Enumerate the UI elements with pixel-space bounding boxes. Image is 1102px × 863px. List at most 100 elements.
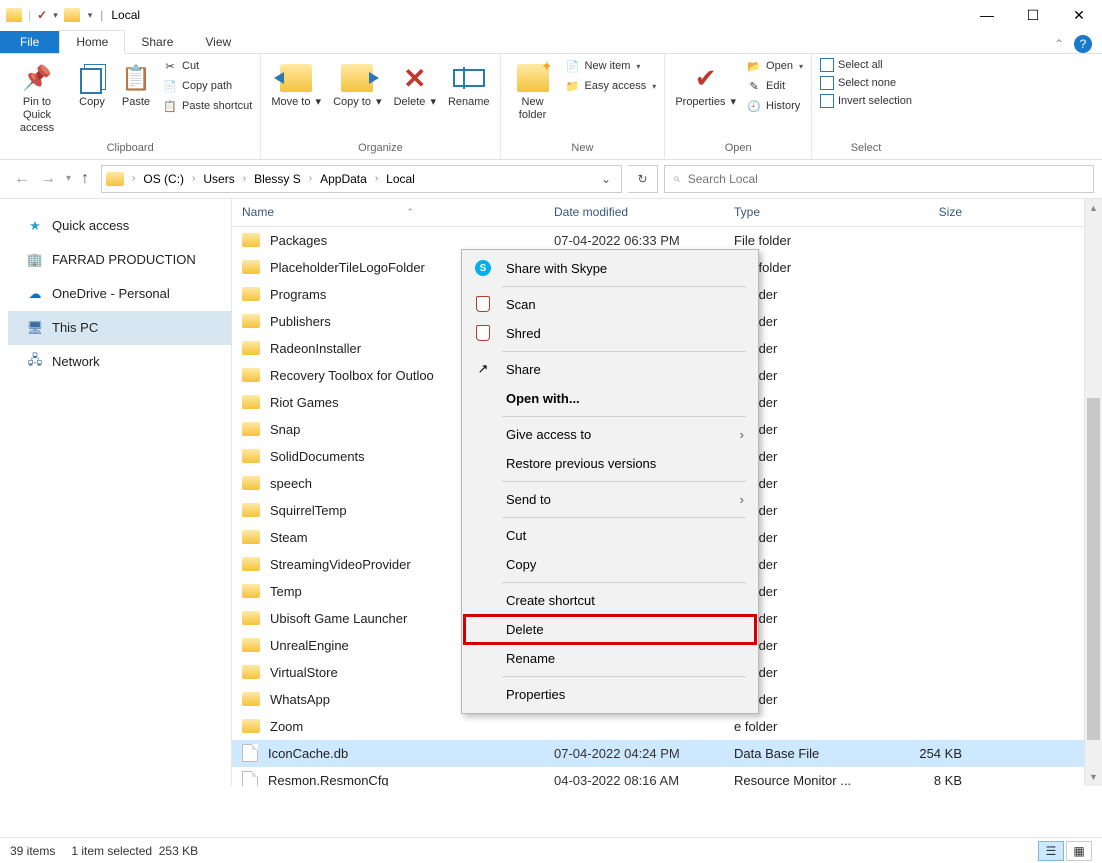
open-button[interactable]: 📂Open▾ <box>746 58 803 74</box>
cm-delete[interactable]: Delete <box>464 615 756 644</box>
copy-to-label: Copy to ▾ <box>333 96 382 109</box>
view-details-button[interactable]: ☰ <box>1038 841 1064 861</box>
cm-cut[interactable]: Cut <box>464 521 756 550</box>
cut-icon: ✂ <box>162 58 178 74</box>
search-box[interactable]: ⌕ <box>664 165 1094 193</box>
properties-button[interactable]: Properties ▾ <box>673 58 738 113</box>
file-name: Ubisoft Game Launcher <box>270 611 407 626</box>
nav-up-button[interactable]: ↑ <box>81 170 89 188</box>
cm-open-with[interactable]: Open with... <box>464 384 756 413</box>
qat-chevron-icon[interactable]: ▾ <box>53 10 58 21</box>
refresh-button[interactable]: ↻ <box>628 165 658 193</box>
nav-recent-dropdown[interactable]: ▾ <box>66 173 71 184</box>
pin-quick-access-button[interactable]: Pin to Quick access <box>8 58 66 140</box>
main: ★Quick access 🏢FARRAD PRODUCTION ☁OneDri… <box>0 198 1102 786</box>
folder-icon <box>242 584 260 598</box>
view-large-icons-button[interactable]: ▦ <box>1066 841 1092 861</box>
address-bar[interactable]: › OS (C:) › Users › Blessy S › AppData ›… <box>101 165 622 193</box>
crumb-1[interactable]: Users <box>199 172 238 186</box>
vertical-scrollbar[interactable]: ▲ ▼ <box>1084 199 1102 786</box>
address-dropdown-icon[interactable]: ⌄ <box>595 172 617 186</box>
crumb-0[interactable]: OS (C:) <box>139 172 188 186</box>
cm-rename[interactable]: Rename <box>464 644 756 673</box>
sidebar-farrad[interactable]: 🏢FARRAD PRODUCTION <box>8 243 231 277</box>
scroll-down-icon[interactable]: ▼ <box>1085 768 1102 786</box>
cm-properties[interactable]: Properties <box>464 680 756 709</box>
search-input[interactable] <box>688 172 1085 186</box>
folder-icon <box>242 314 260 328</box>
cm-share[interactable]: ↗Share <box>464 355 756 384</box>
copy-to-button[interactable]: Copy to ▾ <box>331 58 384 113</box>
select-none-button[interactable]: Select none <box>820 76 912 90</box>
tab-view[interactable]: View <box>189 31 247 53</box>
cm-share-skype[interactable]: SShare with Skype <box>464 254 756 283</box>
folder-icon <box>242 719 260 733</box>
group-clipboard: Pin to Quick access Copy Paste ✂Cut 📄Cop… <box>0 54 261 159</box>
collapse-ribbon-icon[interactable]: ⌃ <box>1054 37 1064 51</box>
copy-button[interactable]: Copy <box>74 58 110 113</box>
group-new-label: New <box>571 140 593 157</box>
tab-share[interactable]: Share <box>125 31 189 53</box>
cut-button[interactable]: ✂Cut <box>162 58 252 74</box>
group-organize: Move to ▾ Copy to ▾ Delete ▾ Rename Orga… <box>261 54 500 159</box>
scroll-up-icon[interactable]: ▲ <box>1085 199 1102 217</box>
header-type[interactable]: Type <box>734 205 884 219</box>
history-button[interactable]: 🕘History <box>746 98 803 114</box>
crumb-4[interactable]: Local <box>382 172 419 186</box>
select-all-button[interactable]: Select all <box>820 58 912 72</box>
sidebar-quick-access[interactable]: ★Quick access <box>8 209 231 243</box>
ribbon-tabs: File Home Share View ⌃ ? <box>0 30 1102 54</box>
tab-home[interactable]: Home <box>59 30 125 54</box>
cm-give-access[interactable]: Give access to› <box>464 420 756 449</box>
close-button[interactable]: ✕ <box>1056 0 1102 30</box>
tab-file[interactable]: File <box>0 31 59 53</box>
paste-shortcut-button[interactable]: 📋Paste shortcut <box>162 98 252 114</box>
nav-back-button[interactable]: ← <box>14 170 30 188</box>
delete-button[interactable]: Delete ▾ <box>392 58 438 113</box>
easy-access-button[interactable]: 📁Easy access▾ <box>565 78 657 94</box>
delete-label: Delete ▾ <box>394 96 436 109</box>
move-to-button[interactable]: Move to ▾ <box>269 58 323 113</box>
file-date: 04-03-2022 08:16 AM <box>554 773 734 786</box>
header-size[interactable]: Size <box>884 205 974 219</box>
minimize-button[interactable]: — <box>964 0 1010 30</box>
group-new: New folder 📄New item▾ 📁Easy access▾ New <box>501 54 666 159</box>
table-row[interactable]: Zoome folder <box>232 713 1084 740</box>
crumb-sep[interactable]: › <box>130 173 137 184</box>
cm-shred[interactable]: Shred <box>464 319 756 348</box>
sidebar-onedrive[interactable]: ☁OneDrive - Personal <box>8 277 231 311</box>
new-folder-button[interactable]: New folder <box>509 58 557 126</box>
easy-access-icon: 📁 <box>565 78 581 94</box>
crumb-2[interactable]: Blessy S <box>250 172 305 186</box>
nav-forward-button[interactable]: → <box>40 170 56 188</box>
help-icon[interactable]: ? <box>1074 35 1092 53</box>
chevron-right-icon: › <box>740 492 744 507</box>
header-name[interactable]: Name⌃ <box>232 205 554 219</box>
move-to-icon <box>280 62 312 94</box>
cloud-icon: ☁ <box>26 285 44 303</box>
crumb-3[interactable]: AppData <box>316 172 371 186</box>
maximize-button[interactable]: ☐ <box>1010 0 1056 30</box>
qat-dropdown-icon[interactable]: ▾ <box>88 10 93 21</box>
edit-button[interactable]: ✎Edit <box>746 78 803 94</box>
file-name: Publishers <box>270 314 331 329</box>
table-row[interactable]: Resmon.ResmonCfg04-03-2022 08:16 AMResou… <box>232 767 1084 786</box>
paste-button[interactable]: Paste <box>118 58 154 113</box>
cm-create-shortcut[interactable]: Create shortcut <box>464 586 756 615</box>
edit-icon: ✎ <box>746 78 762 94</box>
cm-send-to[interactable]: Send to› <box>464 485 756 514</box>
rename-button[interactable]: Rename <box>446 58 492 113</box>
copy-path-button[interactable]: 📄Copy path <box>162 78 252 94</box>
cm-restore[interactable]: Restore previous versions <box>464 449 756 478</box>
invert-selection-button[interactable]: Invert selection <box>820 94 912 108</box>
scroll-thumb[interactable] <box>1087 398 1100 740</box>
table-row[interactable]: IconCache.db07-04-2022 04:24 PMData Base… <box>232 740 1084 767</box>
new-item-button[interactable]: 📄New item▾ <box>565 58 657 74</box>
header-date[interactable]: Date modified <box>554 205 734 219</box>
qat-check-icon[interactable]: ✓ <box>37 8 47 22</box>
cm-copy[interactable]: Copy <box>464 550 756 579</box>
sidebar-network[interactable]: 🖧Network <box>8 345 231 379</box>
sidebar-this-pc[interactable]: 🖥This PC <box>8 311 231 345</box>
scroll-track[interactable] <box>1085 217 1102 768</box>
cm-scan[interactable]: Scan <box>464 290 756 319</box>
